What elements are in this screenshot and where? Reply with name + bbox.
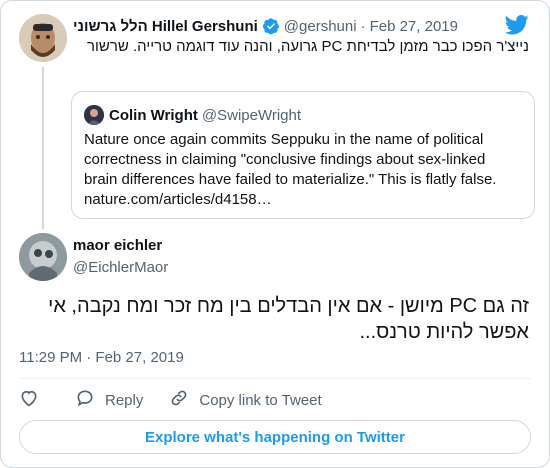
link-icon bbox=[169, 388, 199, 412]
copy-link-button[interactable]: Copy link to Tweet bbox=[169, 388, 322, 412]
reply-label: Reply bbox=[105, 391, 144, 409]
verified-badge-icon bbox=[262, 17, 280, 35]
reply-button[interactable]: Reply bbox=[75, 388, 143, 412]
quoted-author-avatar bbox=[84, 105, 104, 125]
quoted-tweet-header: Colin Wright @SwipeWright bbox=[84, 105, 301, 125]
parent-author-avatar[interactable] bbox=[19, 14, 67, 62]
main-author-name[interactable]: maor eichler bbox=[73, 237, 162, 254]
divider bbox=[19, 378, 531, 379]
quoted-author-name: Colin Wright bbox=[109, 106, 198, 124]
quoted-tweet-card[interactable]: Colin Wright @SwipeWright Nature once ag… bbox=[71, 91, 535, 219]
twitter-bird-icon[interactable] bbox=[504, 15, 529, 35]
quoted-tweet-text: Nature once again commits Seppuku in the… bbox=[84, 131, 497, 208]
main-author-avatar[interactable] bbox=[19, 233, 67, 281]
copy-link-label: Copy link to Tweet bbox=[199, 391, 322, 409]
parent-tweet-text: נייצ'ר הפכו כבר מזמן לבדיחת PC גרועה, וה… bbox=[87, 38, 529, 55]
tweet-embed-card: הלל גרשוני Hillel Gershuni @gershuni · F… bbox=[0, 0, 550, 468]
parent-author-handle[interactable]: @gershuni bbox=[284, 18, 357, 35]
parent-author-name[interactable]: הלל גרשוני Hillel Gershuni bbox=[73, 18, 258, 35]
header-separator: · bbox=[360, 17, 366, 35]
thread-connector-line bbox=[42, 67, 44, 229]
tweet-actions: Reply Copy link to Tweet bbox=[19, 389, 348, 411]
quoted-author-handle: @SwipeWright bbox=[201, 106, 302, 124]
parent-tweet-header: הלל גרשוני Hillel Gershuni @gershuni · F… bbox=[73, 15, 458, 37]
parent-tweet-date[interactable]: Feb 27, 2019 bbox=[370, 18, 458, 35]
main-author-handle[interactable]: @EichlerMaor bbox=[73, 259, 168, 276]
like-button[interactable] bbox=[19, 388, 49, 412]
speech-bubble-icon bbox=[75, 388, 105, 412]
main-tweet-timestamp[interactable]: 11:29 PM · Feb 27, 2019 bbox=[19, 349, 184, 366]
heart-icon bbox=[19, 388, 49, 412]
explore-twitter-button[interactable]: Explore what's happening on Twitter bbox=[19, 420, 531, 454]
main-tweet-text: זה גם PC מיושן - אם אין הבדלים בין מח זכ… bbox=[48, 295, 529, 343]
